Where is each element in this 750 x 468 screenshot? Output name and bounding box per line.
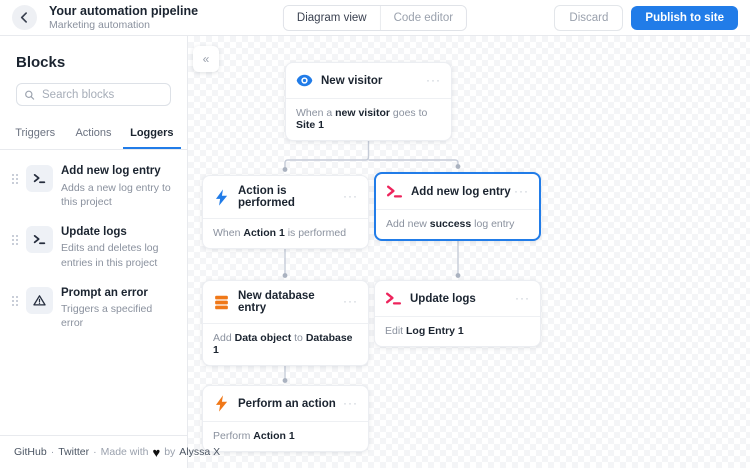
node-description: Edit Log Entry 1 [385, 325, 464, 337]
tab-code-editor[interactable]: Code editor [379, 5, 467, 30]
terminal-icon [26, 165, 53, 192]
page-subtitle: Marketing automation [49, 18, 150, 31]
chevron-left-icon [20, 12, 27, 23]
block-description: Edits and deletes log entries in this pr… [61, 242, 159, 269]
tab-loggers[interactable]: Loggers [122, 120, 181, 149]
block-description: Adds a new log entry to this project [61, 181, 171, 208]
drag-handle-icon[interactable] [10, 232, 18, 245]
github-link[interactable]: GitHub [14, 446, 47, 458]
node-header: Perform an action ··· [203, 386, 368, 422]
node-title: Perform an action [238, 397, 336, 410]
database-icon [213, 294, 230, 311]
node-perform-an-action[interactable]: Perform an action ··· Perform Action 1 [202, 385, 369, 452]
separator: · [50, 446, 55, 458]
node-title: New database entry [238, 290, 315, 314]
block-item-prompt-an-error[interactable]: Prompt an error Triggers a specified err… [8, 286, 173, 331]
node-header: Add new log entry ··· [376, 174, 539, 210]
node-add-new-log-entry[interactable]: Add new log entry ··· Add new success lo… [374, 172, 541, 241]
node-title: Add new log entry [411, 185, 511, 198]
warning-icon [26, 286, 53, 314]
block-text: Update logs Edits and deletes log entrie… [61, 225, 173, 270]
node-menu-button[interactable]: ··· [515, 292, 530, 304]
node-title: Action is performed [238, 185, 295, 209]
block-list: Add new log entry Adds a new log entry t… [0, 150, 187, 435]
node-header: Action is performed ··· [203, 176, 368, 219]
discard-button[interactable]: Discard [554, 4, 624, 31]
tab-triggers[interactable]: Triggers [6, 120, 64, 149]
block-text: Prompt an error Triggers a specified err… [61, 286, 173, 331]
node-menu-button[interactable]: ··· [514, 185, 529, 197]
node-new-database-entry[interactable]: New database entry ··· Add Data object t… [202, 280, 369, 366]
block-item-add-new-log-entry[interactable]: Add new log entry Adds a new log entry t… [8, 164, 173, 209]
node-menu-button[interactable]: ··· [343, 295, 358, 307]
node-menu-button[interactable]: ··· [343, 397, 358, 409]
credits-footer: GitHub · Twitter · Made with ♥ by Alyssa… [0, 435, 220, 468]
blocks-sidebar: Blocks Triggers Actions Loggers Add new … [0, 36, 220, 468]
node-description: Perform Action 1 [213, 430, 295, 442]
heart-icon: ♥ [152, 444, 161, 460]
node-header: New visitor ··· [286, 63, 451, 99]
view-switch: Diagram view Code editor [282, 4, 468, 31]
search-icon [25, 90, 35, 100]
node-menu-button[interactable]: ··· [343, 190, 358, 202]
block-tabs: Triggers Actions Loggers [0, 120, 187, 150]
block-text: Add new log entry Adds a new log entry t… [61, 164, 173, 209]
author-link[interactable]: Alyssa X [179, 446, 220, 458]
block-title: Update logs [61, 225, 127, 238]
block-title: Prompt an error [61, 286, 148, 299]
header-actions: Discard Publish to site [554, 4, 738, 31]
node-header: Update logs ··· [375, 281, 540, 317]
collapse-sidebar-button[interactable]: « [193, 46, 219, 72]
node-title: Update logs [410, 292, 476, 305]
block-description: Triggers a specified error [61, 303, 153, 330]
app-header: Your automation pipeline Marketing autom… [0, 0, 750, 36]
bolt-icon [213, 188, 230, 206]
eye-icon [296, 72, 313, 89]
terminal-icon [385, 290, 402, 307]
node-description: Add Data object to Database 1 [213, 332, 353, 356]
twitter-link[interactable]: Twitter [58, 446, 89, 458]
back-button[interactable] [12, 5, 37, 30]
node-description: When a new visitor goes to Site 1 [296, 107, 428, 131]
node-action-is-performed[interactable]: Action is performed ··· When Action 1 is… [202, 175, 369, 249]
main-layout: Blocks Triggers Actions Loggers Add new … [0, 36, 750, 468]
block-title: Add new log entry [61, 165, 161, 177]
terminal-icon [26, 225, 53, 253]
diagram-canvas[interactable]: « New visitor ··· When a new visitor goe… [188, 36, 750, 468]
bolt-icon [213, 395, 230, 412]
publish-button[interactable]: Publish to site [631, 5, 738, 30]
drag-handle-icon[interactable] [10, 172, 18, 184]
tab-diagram-view[interactable]: Diagram view [283, 5, 380, 30]
separator: · [93, 446, 97, 458]
node-menu-button[interactable]: ··· [426, 74, 441, 86]
node-header: New database entry ··· [203, 281, 368, 324]
sidebar-title: Blocks [16, 54, 66, 71]
tab-actions[interactable]: Actions [64, 120, 122, 149]
node-new-visitor[interactable]: New visitor ··· When a new visitor goes … [285, 62, 452, 141]
node-title: New visitor [321, 74, 383, 87]
terminal-icon [386, 183, 403, 200]
drag-handle-icon[interactable] [10, 293, 18, 306]
node-update-logs[interactable]: Update logs ··· Edit Log Entry 1 [374, 280, 541, 347]
title-block: Your automation pipeline Marketing autom… [49, 4, 198, 30]
made-with-label: Made with [100, 446, 149, 458]
search-box [16, 83, 171, 106]
node-description: Add new success log entry [386, 218, 515, 230]
by-label: by [164, 446, 176, 458]
page-title: Your automation pipeline [49, 4, 199, 19]
search-input[interactable] [16, 83, 171, 106]
block-item-update-logs[interactable]: Update logs Edits and deletes log entrie… [8, 225, 173, 270]
node-description: When Action 1 is performed [213, 227, 347, 239]
